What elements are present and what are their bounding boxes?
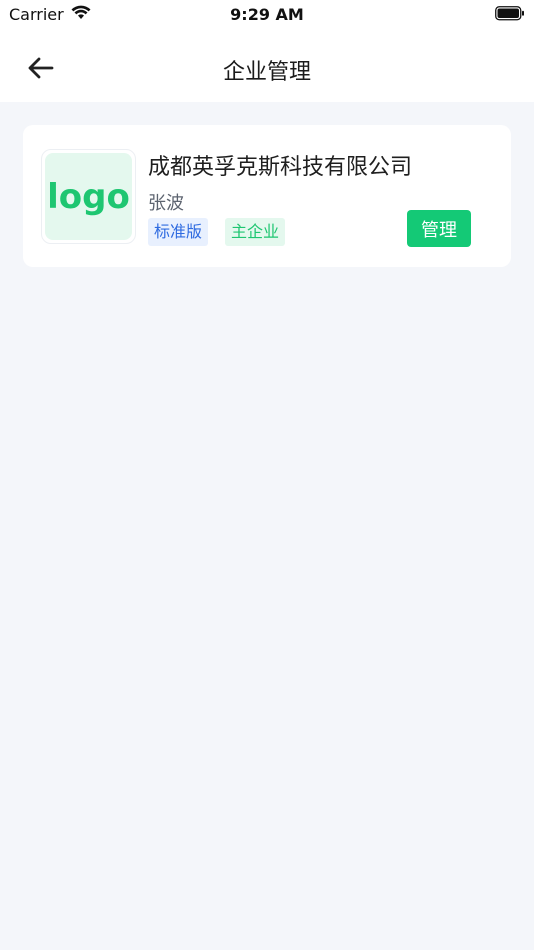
status-time: 9:29 AM xyxy=(230,5,304,24)
company-name: 成都英孚克斯科技有限公司 xyxy=(148,155,413,180)
tag-row: 标准版 主企业 xyxy=(148,218,286,246)
logo-placeholder: logo xyxy=(45,153,132,240)
plan-badge: 标准版 xyxy=(148,218,209,246)
status-bar: Carrier 9:29 AM xyxy=(0,0,534,30)
page-title: 企业管理 xyxy=(222,60,311,85)
company-card[interactable]: logo 成都英孚克斯科技有限公司 张波 标准版 主企业 管理 xyxy=(23,125,511,267)
company-logo: logo xyxy=(41,149,136,244)
manage-button[interactable]: 管理 xyxy=(407,210,471,247)
battery-icon xyxy=(495,6,525,25)
main-company-badge: 主企业 xyxy=(225,218,286,246)
nav-bar: 企业管理 xyxy=(0,30,534,102)
contact-name: 张波 xyxy=(148,193,184,214)
